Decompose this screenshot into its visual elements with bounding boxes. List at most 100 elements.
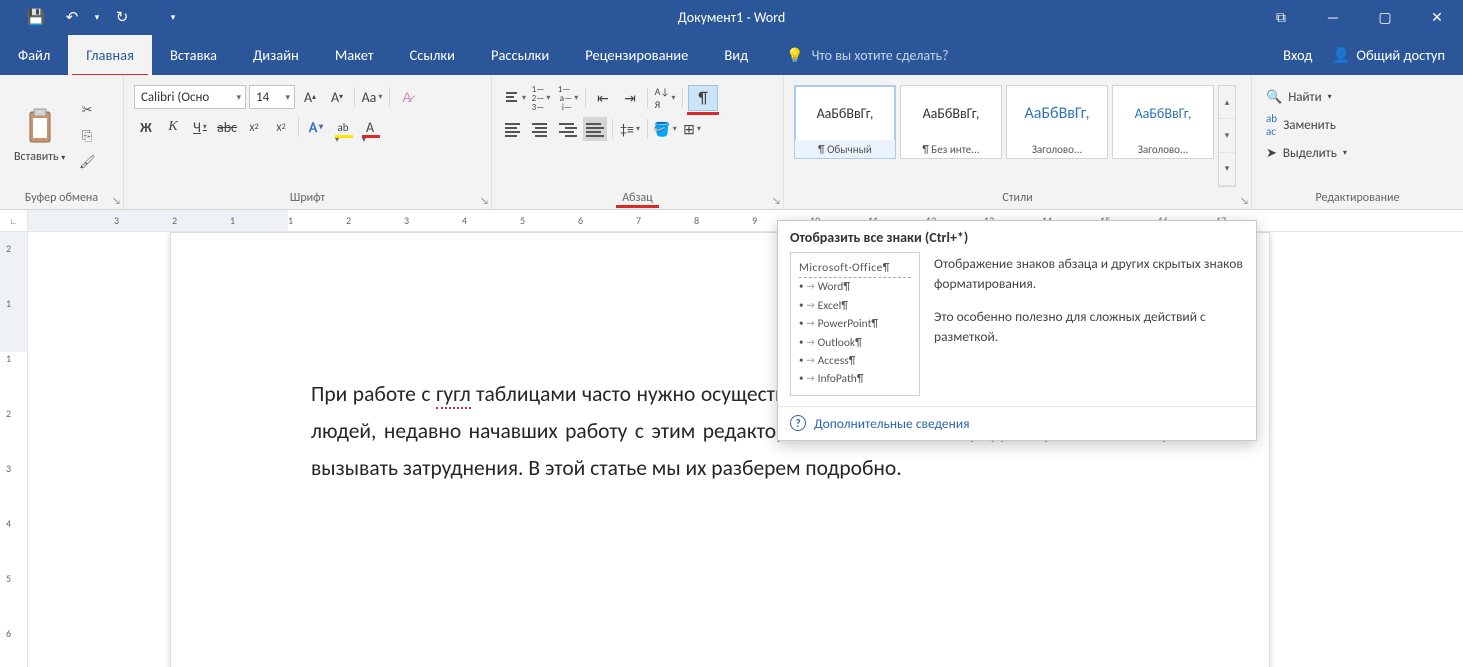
style-no-spacing[interactable]: АаБбВвГг, ¶ Без инте... bbox=[900, 85, 1002, 159]
borders-button[interactable]: ⊞ bbox=[680, 117, 704, 141]
justify-button[interactable] bbox=[583, 117, 607, 141]
cut-button[interactable]: ✂ bbox=[75, 99, 99, 121]
tab-home[interactable]: Главная bbox=[68, 35, 152, 75]
tooltip-preview-item: •→Word¶ bbox=[799, 278, 911, 296]
redo-button[interactable]: ↻ bbox=[104, 3, 140, 33]
numbering-button[interactable]: 1—2—3— bbox=[529, 86, 553, 110]
style-name: Заголово... bbox=[1113, 140, 1213, 158]
undo-button[interactable]: ↶ bbox=[54, 3, 90, 33]
show-hide-marks-button[interactable]: ¶ bbox=[688, 85, 718, 111]
clipboard-launcher[interactable]: ↘ bbox=[112, 194, 121, 207]
style-preview: АаБбВвГг, bbox=[901, 86, 1001, 140]
tooltip-preview-item: •→Access¶ bbox=[799, 352, 911, 370]
title-bar: 💾 ↶ ▾ ↻ ▾ Документ1 - Word ⧉ — ▢ ✕ bbox=[0, 0, 1463, 35]
bullets-button[interactable] bbox=[502, 86, 526, 110]
replace-icon: abac bbox=[1266, 112, 1277, 138]
font-name-combo[interactable]: Calibri (Осно bbox=[134, 85, 246, 109]
change-case-button[interactable]: Aa bbox=[360, 85, 384, 109]
style-heading1[interactable]: АаБбВвГг, Заголово... bbox=[1006, 85, 1108, 159]
find-label: Найти bbox=[1288, 90, 1321, 105]
tab-references[interactable]: Ссылки bbox=[391, 35, 472, 75]
separator bbox=[682, 88, 683, 108]
share-button[interactable]: 👤 Общий доступ bbox=[1332, 46, 1445, 64]
style-name: ¶ Обычный bbox=[795, 140, 895, 158]
bold-button[interactable]: Ж bbox=[134, 115, 158, 139]
tab-selector[interactable]: ∟ bbox=[0, 210, 28, 231]
decrease-indent-button[interactable]: ⇤ bbox=[591, 86, 615, 110]
quick-access-toolbar: 💾 ↶ ▾ ↻ ▾ bbox=[0, 0, 180, 35]
styles-down[interactable]: ▾ bbox=[1219, 119, 1235, 152]
qat-dropdown[interactable]: ▾ bbox=[90, 12, 104, 23]
tab-insert[interactable]: Вставка bbox=[152, 35, 235, 75]
copy-button[interactable]: ⎘ bbox=[75, 125, 99, 147]
text-effects-button[interactable]: A bbox=[304, 115, 328, 139]
separator bbox=[612, 119, 613, 139]
group-label-styles: Стили bbox=[792, 191, 1243, 209]
highlight-button[interactable]: ab bbox=[331, 115, 355, 139]
styles-more[interactable]: ▾ bbox=[1219, 153, 1235, 186]
align-left-button[interactable] bbox=[502, 117, 526, 141]
clear-formatting-button[interactable]: A̷ bbox=[395, 85, 419, 109]
tooltip-more-link[interactable]: ? Дополнительные сведения bbox=[778, 406, 1256, 440]
group-styles: АаБбВвГг, ¶ Обычный АаБбВвГг, ¶ Без инте… bbox=[784, 75, 1252, 209]
save-button[interactable]: 💾 bbox=[18, 3, 54, 33]
align-right-button[interactable] bbox=[556, 117, 580, 141]
tab-view[interactable]: Вид bbox=[706, 35, 766, 75]
tab-design[interactable]: Дизайн bbox=[235, 35, 317, 75]
style-heading2[interactable]: АаБбВвГг, Заголово... bbox=[1112, 85, 1214, 159]
style-preview: АаБбВвГг, bbox=[1007, 86, 1107, 140]
shrink-font-button[interactable]: A▾ bbox=[325, 85, 349, 109]
italic-button[interactable]: К bbox=[161, 115, 185, 139]
underline-button[interactable]: Ч bbox=[188, 115, 212, 139]
separator bbox=[298, 117, 299, 137]
font-launcher[interactable]: ↘ bbox=[480, 194, 489, 207]
tooltip-preview: Microsoft·Office¶ •→Word¶•→Excel¶•→Power… bbox=[790, 252, 920, 396]
group-label-clipboard: Буфер обмена bbox=[8, 191, 115, 209]
strikethrough-button[interactable]: abc bbox=[215, 115, 239, 139]
sort-button[interactable]: А↓Я bbox=[653, 86, 677, 110]
share-label: Общий доступ bbox=[1356, 46, 1445, 64]
font-color-button[interactable]: A bbox=[358, 115, 382, 139]
group-label-paragraph: Абзац bbox=[500, 191, 775, 209]
multilevel-button[interactable]: 1— a— i— bbox=[556, 86, 580, 110]
subscript-button[interactable]: X2 bbox=[242, 115, 266, 139]
styles-up[interactable]: ▴ bbox=[1219, 86, 1235, 119]
minimize-button[interactable]: — bbox=[1307, 0, 1359, 35]
style-name: ¶ Без инте... bbox=[901, 140, 1001, 158]
shading-button[interactable]: 🪣 bbox=[653, 117, 677, 141]
line-spacing-button[interactable]: ‡≡ bbox=[618, 117, 642, 141]
tooltip-desc2: Это особенно полезно для сложных действи… bbox=[934, 307, 1244, 346]
font-size-combo[interactable]: 14 bbox=[249, 85, 295, 109]
superscript-button[interactable]: X2 bbox=[269, 115, 293, 139]
tooltip-description: Отображение знаков абзаца и других скрыт… bbox=[934, 252, 1244, 396]
separator bbox=[647, 119, 648, 139]
ribbon-tabs: Файл Главная Вставка Дизайн Макет Ссылки… bbox=[0, 35, 1463, 75]
qat-customize[interactable]: ▾ bbox=[166, 12, 180, 23]
tab-mailings[interactable]: Рассылки bbox=[473, 35, 567, 75]
styles-launcher[interactable]: ↘ bbox=[1240, 194, 1249, 207]
grow-font-button[interactable]: A▴ bbox=[298, 85, 322, 109]
paragraph-launcher[interactable]: ↘ bbox=[772, 194, 781, 207]
format-painter-button[interactable]: 🖌 bbox=[75, 151, 99, 173]
close-button[interactable]: ✕ bbox=[1411, 0, 1463, 35]
align-center-button[interactable] bbox=[529, 117, 553, 141]
separator bbox=[647, 88, 648, 108]
ribbon-options-button[interactable]: ⧉ bbox=[1255, 0, 1307, 35]
paste-button[interactable]: Вставить ▾ bbox=[8, 81, 71, 191]
tab-file[interactable]: Файл bbox=[0, 35, 68, 75]
style-name: Заголово... bbox=[1007, 140, 1107, 158]
tab-layout[interactable]: Макет bbox=[317, 35, 392, 75]
maximize-button[interactable]: ▢ bbox=[1359, 0, 1411, 35]
tab-review[interactable]: Рецензирование bbox=[567, 35, 706, 75]
find-button[interactable]: 🔍Найти ▾ bbox=[1266, 85, 1347, 109]
replace-button[interactable]: abacЗаменить bbox=[1266, 113, 1347, 137]
tooltip-preview-item: •→InfoPath¶ bbox=[799, 370, 911, 388]
tell-me-search[interactable]: 💡 Что вы хотите сделать? bbox=[786, 35, 948, 75]
search-icon: 🔍 bbox=[1266, 90, 1282, 105]
increase-indent-button[interactable]: ⇥ bbox=[618, 86, 642, 110]
window-title: Документ1 - Word bbox=[678, 9, 785, 26]
vertical-ruler[interactable]: 21123456 bbox=[0, 232, 28, 667]
style-normal[interactable]: АаБбВвГг, ¶ Обычный bbox=[794, 85, 896, 159]
sign-in-button[interactable]: Вход bbox=[1283, 46, 1312, 64]
select-button[interactable]: ➤Выделить ▾ bbox=[1266, 141, 1347, 165]
